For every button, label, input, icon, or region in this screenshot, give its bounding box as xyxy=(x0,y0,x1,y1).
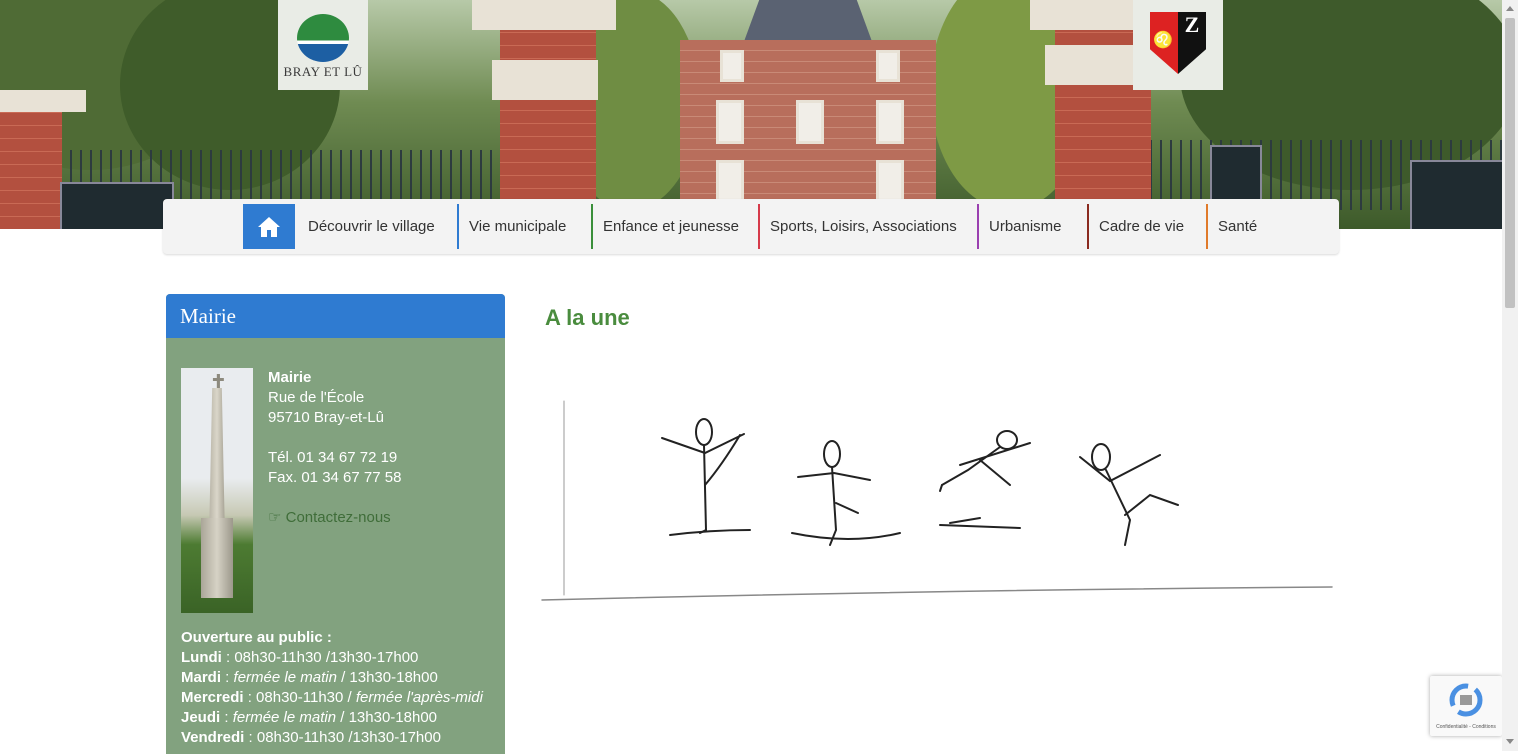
nav-item-cadre-de-vie[interactable]: Cadre de vie xyxy=(1087,204,1184,249)
hours-row-mardi: Mardi : fermée le matin / 13h30-18h00 xyxy=(181,669,438,686)
hours-row-mercredi: Mercredi : 08h30-11h30 / fermée l'après-… xyxy=(181,689,483,706)
stick-figure-4 xyxy=(1079,443,1179,546)
home-icon xyxy=(258,216,280,237)
address-name: Mairie xyxy=(268,369,312,386)
scroll-up-icon[interactable] xyxy=(1506,6,1514,11)
address-city: 95710 Bray-et-Lû xyxy=(268,409,384,426)
hours-row-jeudi: Jeudi : fermée le matin / 13h30-18h00 xyxy=(181,709,437,726)
mairie-widget-header: Mairie xyxy=(166,294,505,338)
hours-heading: Ouverture au public : xyxy=(181,629,332,646)
page-scrollbar[interactable] xyxy=(1502,0,1518,751)
nav-item-vie-municipale[interactable]: Vie municipale xyxy=(457,204,566,249)
logo-emblem xyxy=(297,14,349,62)
header-banner xyxy=(0,0,1502,229)
stick-figure-1 xyxy=(661,418,751,536)
coat-of-arms[interactable]: Z ♌ xyxy=(1133,0,1223,90)
mairie-monument-photo: ✝ xyxy=(181,368,253,613)
hours-row-lundi: Lundi : 08h30-11h30 /13h30-17h00 xyxy=(181,649,419,666)
mairie-widget: Mairie ✝ Mairie Rue de l'École 95710 Bra… xyxy=(166,294,505,754)
nav-item-decouvrir[interactable]: Découvrir le village xyxy=(296,204,435,249)
stick-figure-2 xyxy=(791,440,901,546)
crest-lion-icon: ♌ xyxy=(1153,32,1173,49)
recaptcha-icon xyxy=(1449,683,1483,717)
scroll-down-icon[interactable] xyxy=(1506,739,1514,744)
main-nav: Découvrir le village Vie municipale Enfa… xyxy=(163,199,1339,254)
main-title: A la une xyxy=(545,305,630,330)
nav-item-enfance[interactable]: Enfance et jeunesse xyxy=(591,204,739,249)
nav-item-urbanisme[interactable]: Urbanisme xyxy=(977,204,1062,249)
address-street: Rue de l'École xyxy=(268,389,365,406)
nav-item-sante[interactable]: Santé xyxy=(1206,204,1257,249)
logo-text: BRAY ET LÛ xyxy=(283,64,363,79)
hours-row-vendredi: Vendredi : 08h30-11h30 /13h30-17h00 xyxy=(181,729,441,746)
contact-link[interactable]: ☞ Contactez-nous xyxy=(268,508,498,528)
address-fax: Fax. 01 34 67 77 58 xyxy=(268,469,402,486)
contact-link-label: Contactez-nous xyxy=(285,509,391,526)
scroll-thumb[interactable] xyxy=(1505,18,1515,308)
featured-sketch-image[interactable] xyxy=(540,385,1340,610)
village-logo[interactable]: BRAY ET LÛ xyxy=(278,0,368,90)
recaptcha-terms[interactable]: Confidentialité - Conditions xyxy=(1430,724,1502,730)
stick-figure-3 xyxy=(939,430,1031,529)
nav-item-sports[interactable]: Sports, Loisirs, Associations xyxy=(758,204,957,249)
opening-hours: Ouverture au public : Lundi : 08h30-11h3… xyxy=(181,628,503,748)
recaptcha-badge[interactable]: Confidentialité - Conditions xyxy=(1430,676,1502,736)
crest-letter: Z xyxy=(1184,12,1200,37)
hand-pointer-icon: ☞ xyxy=(268,509,282,526)
nav-home-button[interactable] xyxy=(243,204,295,249)
mairie-widget-title: Mairie xyxy=(180,304,236,328)
mairie-address: Mairie Rue de l'École 95710 Bray-et-Lû T… xyxy=(268,368,498,528)
address-tel: Tél. 01 34 67 72 19 xyxy=(268,449,398,466)
